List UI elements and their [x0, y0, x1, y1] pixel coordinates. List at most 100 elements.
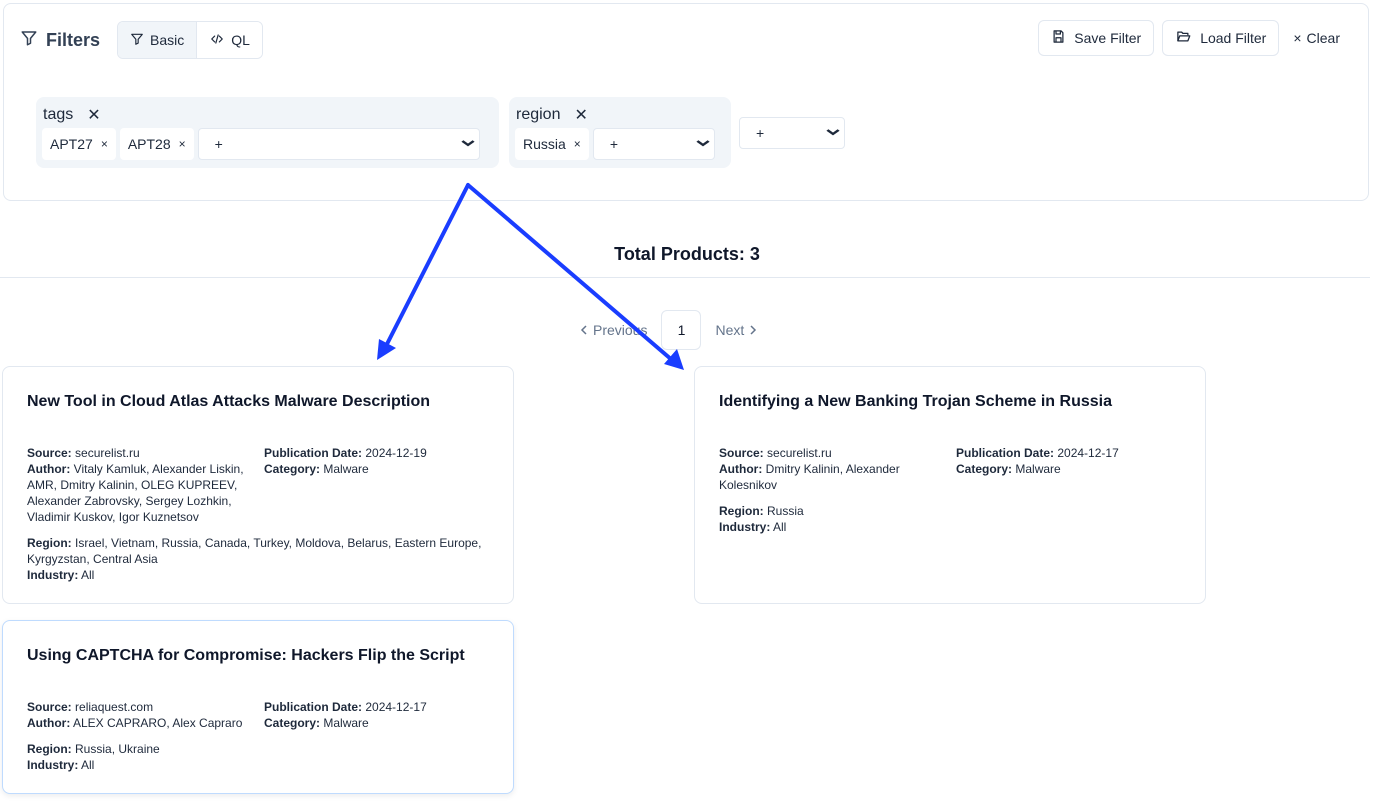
chip-label: APT27 [50, 136, 93, 152]
author-value: ALEX CAPRARO, Alex Capraro [73, 716, 243, 730]
card-region: Region: Russia [719, 503, 1181, 519]
industry-value: All [81, 758, 95, 772]
author-label: Author: [719, 462, 763, 476]
filters-title: Filters [20, 29, 100, 52]
card-industry: Industry: All [27, 567, 489, 583]
author-label: Author: [27, 716, 71, 730]
card-category: Category: Malware [264, 715, 489, 731]
select-value: + [609, 136, 618, 152]
source-value: reliaquest.com [75, 700, 154, 714]
category-value: Malware [323, 716, 369, 730]
card-title: New Tool in Cloud Atlas Attacks Malware … [27, 393, 431, 410]
filters-title-text: Filters [46, 29, 101, 50]
annotation-arrowhead-right [664, 349, 684, 370]
industry-label: Industry: [27, 758, 79, 772]
product-card[interactable]: Using CAPTCHA for Compromise: Hackers Fl… [2, 620, 514, 794]
next-page-button[interactable]: Next [715, 322, 757, 338]
chevron-down-icon [696, 138, 710, 150]
chip-remove-icon[interactable]: × [574, 137, 581, 151]
source-label: Source: [27, 446, 72, 460]
filters-header: Filters Basic QL [20, 21, 263, 59]
card-region: Region: Israel, Vietnam, Russia, Canada,… [27, 535, 489, 567]
source-label: Source: [719, 446, 764, 460]
card-category: Category: Malware [956, 461, 1181, 477]
region-value: Russia [767, 504, 804, 518]
page-number-button[interactable]: 1 [661, 310, 702, 350]
card-source: Source: reliaquest.com [27, 699, 264, 715]
region-add-select[interactable]: + [592, 128, 715, 160]
source-label: Source: [27, 700, 72, 714]
industry-value: All [773, 520, 787, 534]
category-value: Malware [323, 462, 369, 476]
card-publication-date: Publication Date: 2024-12-17 [264, 699, 489, 715]
filter-icon [20, 29, 38, 52]
region-label: Region: [27, 536, 72, 550]
save-filter-button[interactable]: Save Filter [1038, 20, 1155, 56]
save-icon [1051, 29, 1066, 47]
filter-groups: tags ✕ APT27 × APT28 × + region ✕ Russia… [36, 97, 845, 168]
mode-ql-button[interactable]: QL [197, 22, 262, 58]
load-filter-button[interactable]: Load Filter [1162, 20, 1280, 56]
close-icon: × [1293, 30, 1302, 46]
card-author: Author: Dmitry Kalinin, Alexander Kolesn… [719, 461, 956, 493]
chip-remove-icon[interactable]: × [101, 137, 108, 151]
category-label: Category: [264, 716, 321, 730]
clear-button[interactable]: × Clear [1287, 20, 1354, 56]
filter-group-region: region ✕ Russia × + [509, 97, 731, 168]
chip-remove-icon[interactable]: × [179, 137, 186, 151]
chevron-down-icon [461, 138, 475, 150]
publication-date-label: Publication Date: [264, 446, 363, 460]
author-label: Author: [27, 462, 71, 476]
card-source: Source: securelist.ru [719, 445, 956, 461]
remove-group-icon[interactable]: ✕ [574, 105, 587, 125]
load-filter-label: Load Filter [1200, 30, 1267, 46]
card-publication-date: Publication Date: 2024-12-17 [956, 445, 1181, 461]
publication-date-label: Publication Date: [956, 446, 1055, 460]
category-label: Category: [956, 462, 1013, 476]
next-label: Next [715, 322, 745, 338]
remove-group-icon[interactable]: ✕ [87, 105, 100, 125]
product-card[interactable]: New Tool in Cloud Atlas Attacks Malware … [2, 366, 514, 604]
previous-page-button[interactable]: Previous [580, 322, 647, 338]
filter-chip: APT28 × [119, 128, 194, 160]
pagination: Previous 1 Next [580, 310, 757, 350]
filter-group-name: region [516, 106, 561, 123]
product-card[interactable]: Identifying a New Banking Trojan Scheme … [694, 366, 1206, 604]
source-value: securelist.ru [75, 446, 140, 460]
mode-basic-label: Basic [150, 32, 185, 48]
region-label: Region: [719, 504, 764, 518]
source-value: securelist.ru [767, 446, 832, 460]
filter-chip: Russia × [515, 128, 589, 160]
card-author: Author: Vitaly Kamluk, Alexander Liskin,… [27, 461, 264, 525]
select-value: + [214, 136, 223, 152]
folder-open-icon [1175, 29, 1192, 47]
region-value: Russia, Ukraine [75, 742, 160, 756]
card-title: Identifying a New Banking Trojan Scheme … [719, 393, 1112, 410]
select-value: + [756, 124, 765, 141]
chevron-left-icon [580, 322, 587, 338]
category-value: Malware [1015, 462, 1061, 476]
card-category: Category: Malware [264, 461, 489, 477]
filter-group-name: tags [43, 106, 74, 123]
publication-date-value: 2024-12-17 [1057, 446, 1119, 460]
chip-label: Russia [523, 136, 566, 152]
annotation-arrow-left [384, 183, 470, 348]
chevron-down-icon [826, 127, 840, 139]
card-industry: Industry: All [719, 519, 1181, 535]
industry-label: Industry: [27, 568, 79, 582]
annotation-arrowhead-left [377, 339, 396, 360]
region-label: Region: [27, 742, 72, 756]
card-source: Source: securelist.ru [27, 445, 264, 461]
add-filter-group-select[interactable]: + [739, 116, 845, 149]
mode-ql-label: QL [231, 32, 250, 48]
save-filter-label: Save Filter [1074, 30, 1142, 46]
filter-icon [130, 32, 144, 49]
tags-add-select[interactable]: + [197, 128, 480, 160]
publication-date-value: 2024-12-19 [365, 446, 427, 460]
divider [0, 277, 1370, 278]
card-publication-date: Publication Date: 2024-12-19 [264, 445, 489, 461]
header-actions: Save Filter Load Filter × Clear [1038, 20, 1354, 56]
mode-toggle: Basic QL [117, 21, 263, 59]
mode-basic-button[interactable]: Basic [118, 22, 198, 58]
card-author: Author: ALEX CAPRARO, Alex Capraro [27, 715, 264, 731]
